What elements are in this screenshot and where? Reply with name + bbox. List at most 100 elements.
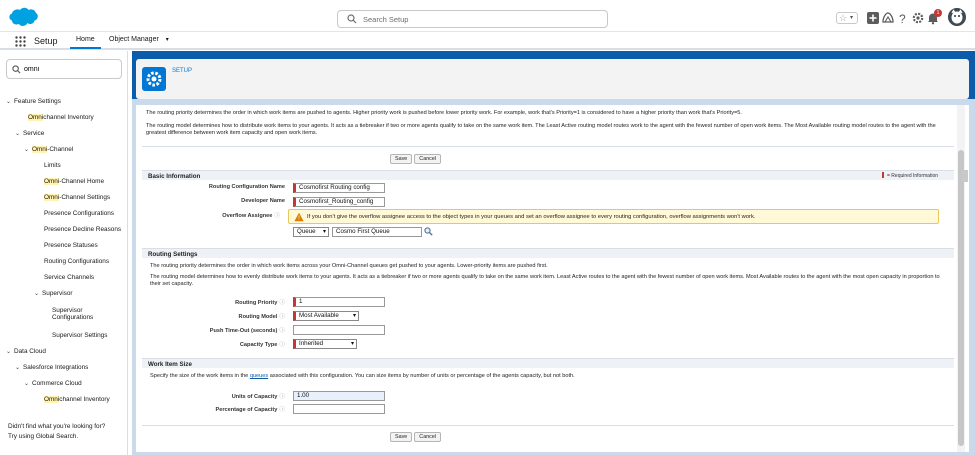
sidebar-item-omnichannel-inventory-2[interactable]: Omnichannel Inventory	[44, 396, 110, 403]
sidebar-item-salesforce-integrations[interactable]: ⌄ Salesforce Integrations	[15, 364, 88, 371]
info-icon[interactable]: ⓘ	[279, 407, 285, 413]
required-marker	[882, 172, 884, 178]
routing-priority-description: The routing priority determines the orde…	[150, 263, 548, 269]
divider	[142, 425, 954, 426]
sidebar-item-omnichannel-inventory[interactable]: Omnichannel Inventory	[28, 114, 94, 121]
work-item-size-description: Specify the size of the work items in th…	[150, 373, 945, 380]
save-button[interactable]: Save	[390, 154, 413, 164]
routing-model-value: Most Available	[299, 312, 339, 319]
lookup-icon[interactable]	[424, 227, 433, 236]
chevron-down-icon[interactable]: ⌄	[15, 364, 23, 371]
routing-priority-label: Routing Priority ⓘ	[145, 298, 285, 306]
sidebar-item-presence-statuses[interactable]: Presence Statuses	[44, 242, 98, 249]
info-icon[interactable]: ⓘ	[279, 394, 285, 400]
chevron-down-icon[interactable]: ⌄	[6, 98, 14, 105]
global-search[interactable]: Search Setup	[337, 10, 608, 28]
info-icon[interactable]: ⓘ	[274, 213, 280, 219]
cancel-button[interactable]: Cancel	[414, 154, 442, 164]
percentage-of-capacity-label-text: Percentage of Capacity	[215, 407, 278, 413]
developer-name-field[interactable]: Cosmofirst_Routing_config	[293, 197, 385, 207]
sidebar-item-routing-configurations[interactable]: Routing Configurations	[44, 258, 109, 265]
sidebar-item-label: Presence Statuses	[44, 242, 98, 249]
overflow-assignee-field[interactable]: Cosmo First Queue	[332, 227, 422, 237]
sidebar-item-omni-channel-home[interactable]: Omni-Channel Home	[44, 178, 104, 185]
sidebar-item-service[interactable]: ⌄ Service	[15, 130, 44, 137]
side-panel-toggle[interactable]	[962, 170, 968, 182]
info-icon[interactable]: ⓘ	[279, 342, 285, 348]
capacity-type-value: Inherited	[299, 340, 324, 347]
info-icon[interactable]: ⓘ	[279, 300, 285, 306]
help-icon[interactable]: ?	[896, 11, 910, 25]
breadcrumb: SETUP	[172, 68, 193, 74]
percentage-of-capacity-field[interactable]	[293, 404, 385, 414]
quick-find[interactable]	[6, 59, 122, 79]
sidebar-item-presence-decline-reasons[interactable]: Presence Decline Reasons	[44, 226, 121, 233]
overflow-type-value: Queue	[297, 228, 316, 235]
sidebar-item-limits[interactable]: Limits	[44, 162, 61, 169]
setup-page-header: SETUP	[136, 59, 969, 99]
app-launcher-icon[interactable]	[15, 36, 26, 47]
sidebar-item-label: Commerce Cloud	[32, 380, 82, 387]
gear-icon[interactable]	[911, 11, 925, 25]
sidebar-item-omni-channel[interactable]: ⌄ Omni-Channel	[24, 146, 73, 153]
plus-icon[interactable]	[866, 11, 880, 25]
tab-object-manager-label: Object Manager	[109, 36, 159, 43]
sidebar-item-omni-channel-settings[interactable]: Omni-Channel Settings	[44, 194, 110, 201]
routing-config-name-field[interactable]: Cosmofirst Routing config	[293, 183, 385, 193]
chevron-down-icon: ▾	[352, 313, 356, 319]
tab-object-manager[interactable]: Object Manager ▾	[103, 32, 175, 49]
routing-model-select[interactable]: Most Available ▾	[293, 311, 359, 321]
chevron-down-icon[interactable]: ▾	[166, 37, 169, 43]
chevron-down-icon[interactable]: ⌄	[6, 348, 14, 355]
queues-link[interactable]: queues	[250, 373, 268, 379]
sidebar-item-service-channels[interactable]: Service Channels	[44, 274, 94, 281]
avatar[interactable]	[948, 8, 966, 26]
units-of-capacity-field[interactable]: 1.00	[293, 391, 385, 401]
chevron-down-icon[interactable]: ⌄	[34, 290, 42, 297]
sidebar-item-commerce-cloud[interactable]: ⌄ Commerce Cloud	[24, 380, 82, 387]
sidebar-item-highlight: Omni	[44, 396, 60, 403]
sidebar-item-feature-settings[interactable]: ⌄ Feature Settings	[6, 98, 61, 105]
sidebar-item-label: Supervisor	[52, 307, 83, 314]
overflow-type-select[interactable]: Queue ▾	[293, 227, 329, 237]
capacity-type-label-text: Capacity Type	[239, 342, 278, 348]
sidebar-item-data-cloud[interactable]: ⌄ Data Cloud	[6, 348, 46, 355]
sidebar-footer-line2: Try using Global Search.	[8, 433, 79, 440]
sidebar-item-supervisor[interactable]: ⌄ Supervisor	[34, 290, 73, 297]
section-title: Routing Settings	[148, 251, 198, 258]
notification-badge: 1	[934, 9, 942, 17]
app-name: Setup	[34, 36, 58, 46]
svg-text:?: ?	[899, 12, 906, 25]
chevron-down-icon: ▾	[350, 341, 354, 347]
chevron-down-icon[interactable]: ▾	[850, 14, 853, 21]
favorites-button[interactable]: ☆ ▾	[836, 12, 858, 24]
scrollbar-thumb[interactable]	[958, 150, 964, 446]
sidebar-item-presence-configurations[interactable]: Presence Configurations	[44, 210, 114, 217]
quick-find-input[interactable]	[24, 63, 114, 76]
cancel-button[interactable]: Cancel	[414, 432, 442, 442]
tab-home[interactable]: Home	[70, 32, 101, 49]
routing-config-name-label: Routing Configuration Name	[208, 184, 285, 190]
push-timeout-field[interactable]	[293, 325, 385, 335]
setup-sidebar: ⌄Feature Settings Omnichannel Inventory …	[0, 51, 128, 455]
info-icon[interactable]: ⓘ	[279, 314, 285, 320]
salesforce-logo[interactable]	[8, 7, 38, 28]
warning-icon: !	[294, 212, 304, 222]
chevron-down-icon[interactable]: ⌄	[24, 146, 32, 153]
save-button[interactable]: Save	[390, 432, 413, 442]
section-title: Work Item Size	[148, 361, 192, 368]
scrollbar[interactable]	[957, 105, 965, 452]
capacity-type-select[interactable]: Inherited ▾	[293, 339, 357, 349]
info-icon[interactable]: ⓘ	[279, 328, 285, 334]
global-header: Search Setup ☆ ▾ ? 1	[0, 0, 975, 32]
sidebar-item-supervisor-configurations[interactable]: Supervisor Configurations	[52, 307, 93, 321]
sidebar-item-supervisor-settings[interactable]: Supervisor Settings	[52, 332, 107, 339]
required-legend-text: = Required Information	[887, 173, 939, 179]
sidebar-item-highlight: Omni	[28, 114, 44, 121]
chevron-down-icon[interactable]: ⌄	[24, 380, 32, 387]
section-basic-information: Basic Information	[142, 170, 954, 180]
chevron-down-icon[interactable]: ⌄	[15, 130, 23, 137]
sidebar-item-label: Salesforce Integrations	[23, 364, 89, 371]
routing-priority-field[interactable]: 1	[293, 297, 385, 307]
trailhead-icon[interactable]	[881, 11, 895, 25]
